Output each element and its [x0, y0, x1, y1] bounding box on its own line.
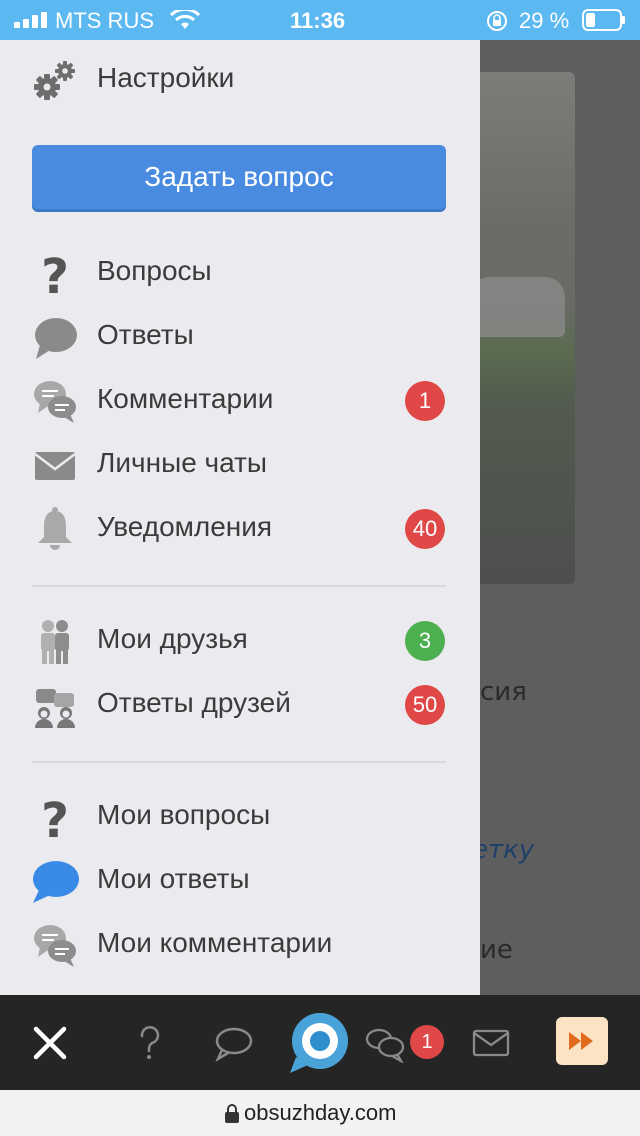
question-icon: ? — [41, 793, 69, 841]
menu-item-label: Ответы — [97, 319, 194, 350]
background-text: сия — [480, 677, 527, 707]
menu-item-label: Мои ответы — [97, 863, 250, 894]
answers-icon[interactable] — [212, 1023, 254, 1063]
friends-count-badge: 3 — [405, 621, 445, 661]
friends-icon — [41, 620, 69, 664]
menu-item-questions[interactable]: ? Вопросы — [0, 243, 480, 303]
questions-icon[interactable] — [130, 1023, 170, 1063]
menu-item-friends-answers[interactable]: Ответы друзей 50 — [0, 675, 480, 735]
menu-item-notifications[interactable]: Уведомления 40 — [0, 499, 480, 559]
carrier-name: MTS RUS — [55, 8, 154, 33]
envelope-icon — [34, 452, 76, 480]
comments-icon[interactable] — [364, 1025, 406, 1063]
menu-item-settings[interactable]: Настройки — [0, 50, 480, 110]
menu-item-answers[interactable]: Ответы — [0, 307, 480, 367]
speech-bubble-icon — [33, 861, 79, 903]
menu-divider — [32, 761, 446, 763]
envelope-icon[interactable] — [472, 1029, 510, 1057]
friends-answers-icon — [35, 689, 75, 728]
menu-item-comments[interactable]: Комментарии 1 — [0, 371, 480, 431]
background-link[interactable]: етку — [480, 835, 534, 865]
car-in-photo — [480, 277, 565, 337]
menu-item-my-questions[interactable]: ? Мои вопросы — [0, 787, 480, 847]
fast-forward-button[interactable] — [556, 1017, 608, 1065]
background-page[interactable]: сия етку ие — [480, 40, 640, 995]
notifications-count-badge: 40 — [405, 509, 445, 549]
url-text: obsuzhday.com — [244, 1100, 397, 1125]
svg-text:?: ? — [41, 793, 69, 841]
menu-item-label: Мои вопросы — [97, 799, 271, 830]
menu-item-label: Настройки — [97, 62, 235, 93]
comments-icon — [34, 925, 76, 967]
wifi-icon — [170, 10, 200, 29]
comments-icon — [34, 381, 76, 423]
battery-icon — [582, 9, 625, 31]
menu-item-label: Мои друзья — [97, 623, 248, 654]
speech-bubble-icon — [35, 318, 77, 359]
menu-item-label: Вопросы — [97, 255, 212, 286]
menu-item-my-comments[interactable]: Мои комментарии — [0, 915, 480, 975]
browser-url-bar[interactable]: obsuzhday.com — [0, 1090, 640, 1136]
status-bar: MTS RUS 11:36 29 % — [0, 0, 640, 40]
menu-item-label: Комментарии — [97, 383, 274, 414]
question-icon: ? — [41, 249, 69, 297]
rotation-lock-icon — [487, 11, 507, 31]
home-logo-icon[interactable] — [288, 1011, 352, 1075]
bottom-toolbar: 1 — [0, 995, 640, 1090]
menu-item-label: Личные чаты — [97, 447, 268, 478]
lock-icon — [225, 1104, 239, 1123]
background-text: ие — [480, 935, 513, 965]
menu-item-private-chats[interactable]: Личные чаты — [0, 435, 480, 495]
fast-forward-icon — [569, 1032, 593, 1050]
gears-icon — [34, 61, 75, 100]
close-icon[interactable] — [30, 1023, 70, 1063]
battery-percent: 29 % — [519, 8, 570, 33]
menu-item-my-answers[interactable]: Мои ответы — [0, 851, 480, 911]
menu-item-label: Ответы друзей — [97, 687, 291, 718]
menu-item-label: Мои комментарии — [97, 927, 333, 958]
bell-icon — [38, 507, 72, 550]
menu-item-my-friends[interactable]: Мои друзья 3 — [0, 611, 480, 671]
signal-icon — [14, 12, 47, 28]
menu-divider — [32, 585, 446, 587]
friends-answers-count-badge: 50 — [405, 685, 445, 725]
article-photo — [480, 72, 575, 584]
clock: 11:36 — [290, 8, 346, 33]
ask-question-button[interactable]: Задать вопрос — [32, 145, 446, 209]
comments-count-badge: 1 — [405, 381, 445, 421]
side-drawer: Настройки Задать вопрос ? Вопросы Ответы… — [0, 40, 480, 995]
comments-count-badge: 1 — [410, 1025, 444, 1059]
svg-text:?: ? — [41, 249, 69, 297]
menu-item-label: Уведомления — [97, 511, 273, 542]
